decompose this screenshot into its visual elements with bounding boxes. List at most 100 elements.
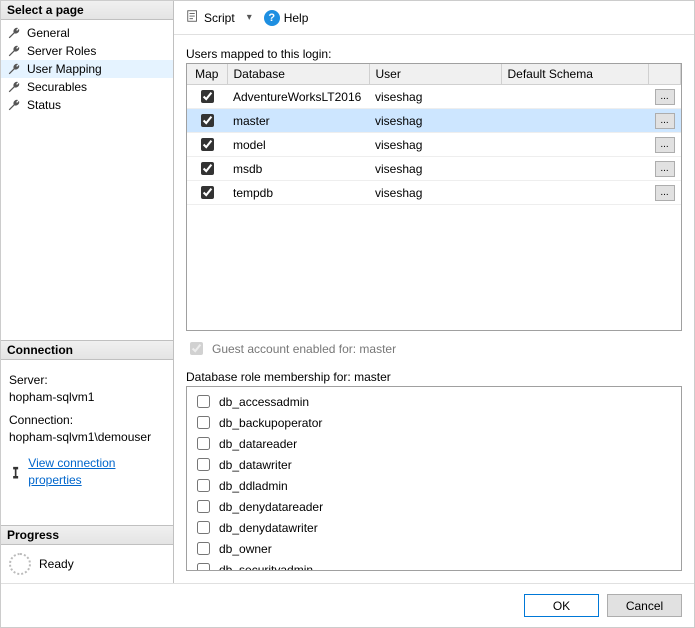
map-checkbox[interactable] [201,138,214,151]
server-label: Server: [9,372,165,389]
browse-schema-button[interactable]: ... [655,113,675,129]
role-checkbox[interactable] [197,437,210,450]
progress-header: Progress [1,525,173,545]
role-item[interactable]: db_datawriter [193,454,675,475]
user-mapping-panel: Users mapped to this login: Map Database… [174,35,694,583]
browse-schema-button[interactable]: ... [655,89,675,105]
cell-user[interactable]: viseshag [369,157,501,181]
cell-default-schema[interactable] [501,157,649,181]
sidebar-item-general[interactable]: General [1,24,173,42]
role-name: db_datawriter [219,458,292,472]
sidebar-item-user-mapping[interactable]: User Mapping [1,60,173,78]
view-connection-properties-link[interactable]: View connection properties [28,455,165,489]
table-row[interactable]: masterviseshag... [187,109,681,133]
progress-status: Ready [39,557,74,571]
role-item[interactable]: db_ddladmin [193,475,675,496]
role-item[interactable]: db_backupoperator [193,412,675,433]
login-properties-dialog: Select a page GeneralServer RolesUser Ma… [0,0,695,628]
cell-user[interactable]: viseshag [369,133,501,157]
page-nav-list: General Server Roles User MappingSecurable… [1,20,173,118]
table-row[interactable]: tempdbviseshag... [187,181,681,205]
cell-database[interactable]: master [227,109,369,133]
script-icon [186,9,200,26]
connection-icon [9,466,22,479]
role-name: db_ddladmin [219,479,288,493]
role-membership-list[interactable]: db_accessadmin db_backupoperator db_datare… [186,386,682,571]
cancel-button[interactable]: Cancel [607,594,682,617]
sidebar-item-label: Status [27,98,61,112]
col-user[interactable]: User [369,64,501,85]
connection-info: Server: hopham-sqlvm1 Connection: hopham… [1,360,173,495]
progress-spinner-icon [9,553,31,575]
role-item[interactable]: db_owner [193,538,675,559]
users-mapped-label: Users mapped to this login: [186,47,682,61]
role-checkbox[interactable] [197,416,210,429]
role-item[interactable]: db_denydatareader [193,496,675,517]
col-database[interactable]: Database [227,64,369,85]
sidebar-item-label: General [27,26,70,40]
role-name: db_datareader [219,437,297,451]
cell-user[interactable]: viseshag [369,109,501,133]
role-checkbox[interactable] [197,542,210,555]
role-checkbox[interactable] [197,458,210,471]
guest-account-row: Guest account enabled for: master [186,339,682,358]
cell-default-schema[interactable] [501,85,649,109]
cell-default-schema[interactable] [501,109,649,133]
wrench-icon [7,44,21,58]
map-checkbox[interactable] [201,114,214,127]
role-checkbox[interactable] [197,479,210,492]
role-name: db_owner [219,542,272,556]
col-map[interactable]: Map [187,64,227,85]
cell-database[interactable]: model [227,133,369,157]
role-item[interactable]: db_datareader [193,433,675,454]
role-item[interactable]: db_denydatawriter [193,517,675,538]
connection-value: hopham-sqlvm1\demouser [9,429,165,446]
role-checkbox[interactable] [197,521,210,534]
role-name: db_denydatawriter [219,521,318,535]
cell-database[interactable]: AdventureWorksLT2016 [227,85,369,109]
sidebar: Select a page GeneralServer RolesUser Ma… [1,1,174,583]
sidebar-item-server-roles[interactable]: Server Roles [1,42,173,60]
table-row[interactable]: AdventureWorksLT2016viseshag... [187,85,681,109]
cell-database[interactable]: tempdb [227,181,369,205]
col-browse [649,64,681,85]
role-item[interactable]: db_accessadmin [193,391,675,412]
script-dropdown-arrow[interactable]: ▾ [243,12,256,23]
cell-database[interactable]: msdb [227,157,369,181]
server-value: hopham-sqlvm1 [9,389,165,406]
sidebar-item-label: Server Roles [27,44,96,58]
role-item[interactable]: db_securityadmin [193,559,675,571]
role-checkbox[interactable] [197,500,210,513]
sidebar-item-securables[interactable]: Securables [1,78,173,96]
wrench-icon [7,98,21,112]
table-row[interactable]: msdbviseshag... [187,157,681,181]
browse-schema-button[interactable]: ... [655,161,675,177]
cell-user[interactable]: viseshag [369,85,501,109]
main-row: Select a page GeneralServer RolesUser Ma… [1,1,694,583]
role-checkbox[interactable] [197,563,210,571]
map-checkbox[interactable] [201,90,214,103]
script-button[interactable]: Script [182,7,239,28]
sidebar-item-status[interactable]: Status [1,96,173,114]
mapping-table: Map Database User Default Schema Adventu… [187,64,681,205]
role-checkbox[interactable] [197,395,210,408]
role-name: db_denydatareader [219,500,323,514]
progress-body: Ready [1,545,173,583]
toolbar: Script ▾ ? Help [174,1,694,35]
cell-default-schema[interactable] [501,181,649,205]
ok-button[interactable]: OK [524,594,599,617]
connection-header: Connection [1,340,173,360]
mapping-grid[interactable]: Map Database User Default Schema Adventu… [186,63,682,331]
cell-default-schema[interactable] [501,133,649,157]
cell-user[interactable]: viseshag [369,181,501,205]
map-checkbox[interactable] [201,162,214,175]
role-name: db_accessadmin [219,395,309,409]
help-button[interactable]: ? Help [260,8,313,28]
map-checkbox[interactable] [201,186,214,199]
role-membership-label: Database role membership for: master [186,370,682,384]
table-row[interactable]: modelviseshag... [187,133,681,157]
browse-schema-button[interactable]: ... [655,137,675,153]
guest-account-enabled-label: Guest account enabled for: master [212,342,396,356]
col-default-schema[interactable]: Default Schema [501,64,649,85]
browse-schema-button[interactable]: ... [655,185,675,201]
